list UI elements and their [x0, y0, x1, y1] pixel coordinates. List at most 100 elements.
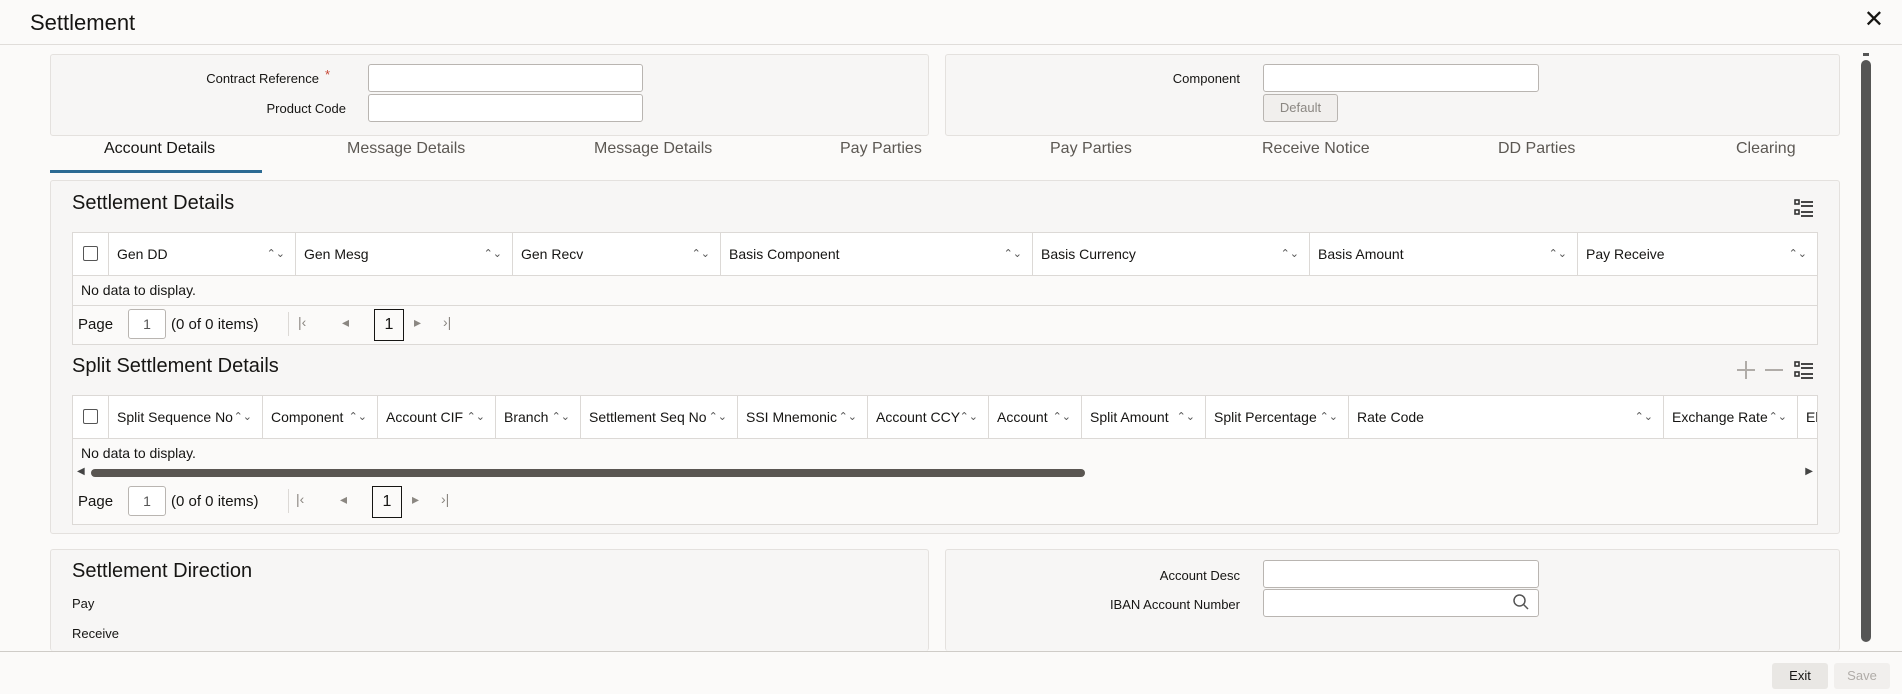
tab-pay-parties-2[interactable]: Pay Parties: [1050, 140, 1132, 158]
column-gen-dd[interactable]: Gen DD ⌃⌄: [109, 233, 296, 275]
contract-reference-text: Contract Reference: [206, 71, 319, 86]
column-list-icon[interactable]: [1792, 196, 1816, 220]
component-label: Component: [1172, 71, 1240, 86]
tab-dd-parties[interactable]: DD Parties: [1498, 140, 1575, 158]
sort-icon[interactable]: ⌃⌄: [467, 396, 485, 438]
column-account-cif[interactable]: Account CIF ⌃⌄: [378, 396, 496, 438]
horizontal-scroll-thumb[interactable]: [91, 469, 1085, 477]
tab-account-details[interactable]: Account Details: [104, 140, 215, 158]
sort-icon[interactable]: ⌃⌄: [349, 396, 367, 438]
split-settlement-title: Split Settlement Details: [72, 355, 279, 377]
last-page-icon[interactable]: ›|: [441, 491, 449, 507]
column-gen-recv[interactable]: Gen Recv ⌃⌄: [513, 233, 721, 275]
sort-icon[interactable]: ⌃⌄: [1769, 396, 1787, 438]
column-pay-receive[interactable]: Pay Receive ⌃⌄: [1578, 233, 1817, 275]
sort-icon[interactable]: ⌃⌄: [552, 396, 570, 438]
column-account-ccy[interactable]: Account CCY ⌃⌄: [868, 396, 989, 438]
sort-icon[interactable]: ⌃⌄: [960, 396, 978, 438]
prev-page-icon[interactable]: ◂: [340, 491, 347, 508]
column-gen-mesg[interactable]: Gen Mesg ⌃⌄: [296, 233, 513, 275]
vertical-scrollbar[interactable]: [1861, 60, 1871, 642]
tab-receive-notice[interactable]: Receive Notice: [1262, 140, 1370, 158]
exit-button[interactable]: Exit: [1772, 663, 1828, 689]
column-basis-amount[interactable]: Basis Amount ⌃⌄: [1310, 233, 1578, 275]
required-indicator: *: [324, 67, 330, 82]
scroll-up-indicator[interactable]: [1863, 53, 1869, 56]
sort-icon[interactable]: ⌃⌄: [1320, 396, 1338, 438]
remove-icon[interactable]: [1762, 358, 1786, 382]
sort-icon[interactable]: ⌃⌄: [1281, 233, 1299, 275]
grid-header: Gen DD ⌃⌄ Gen Mesg ⌃⌄ Gen Recv ⌃⌄ Basis Com…: [73, 233, 1817, 276]
tab-clearing[interactable]: Clearing: [1736, 140, 1796, 158]
sort-icon[interactable]: ⌃⌄: [1635, 396, 1653, 438]
column-exchange-rate[interactable]: Exchange Rate ⌃⌄: [1664, 396, 1798, 438]
column-branch[interactable]: Branch ⌃⌄: [496, 396, 581, 438]
page-label: Page: [78, 493, 114, 510]
next-page-icon[interactable]: ▸: [414, 314, 421, 331]
first-page-icon[interactable]: |‹: [298, 314, 306, 330]
pagination: Page 1 (0 of 0 items) |‹ ◂ 1 ▸ ›|: [78, 309, 478, 341]
column-list-icon[interactable]: [1792, 358, 1816, 382]
column-el-truncated[interactable]: El: [1798, 396, 1817, 438]
header-divider: [0, 44, 1902, 45]
product-code-input[interactable]: [368, 94, 643, 122]
sort-icon[interactable]: ⌃⌄: [1789, 233, 1807, 275]
column-basis-currency[interactable]: Basis Currency ⌃⌄: [1033, 233, 1310, 275]
no-data-message: No data to display.: [81, 445, 196, 461]
select-all-checkbox[interactable]: [83, 409, 98, 424]
sort-icon[interactable]: ⌃⌄: [1053, 396, 1071, 438]
tab-message-details[interactable]: Message Details: [347, 140, 465, 158]
component-input[interactable]: [1263, 64, 1539, 92]
column-account[interactable]: Account ⌃⌄: [989, 396, 1082, 438]
sort-icon[interactable]: ⌃⌄: [234, 396, 252, 438]
page-input[interactable]: 1: [128, 486, 166, 516]
sort-icon[interactable]: ⌃⌄: [1177, 396, 1195, 438]
column-settlement-seq-no[interactable]: Settlement Seq No ⌃⌄: [581, 396, 738, 438]
scroll-right-icon[interactable]: ▶: [1805, 466, 1813, 477]
settlement-details-title: Settlement Details: [72, 192, 235, 214]
column-rate-code[interactable]: Rate Code ⌃⌄: [1349, 396, 1664, 438]
next-page-icon[interactable]: ▸: [412, 491, 419, 508]
contract-reference-label: Contract Reference *: [150, 67, 330, 86]
item-count: (0 of 0 items): [171, 493, 259, 510]
sort-icon[interactable]: ⌃⌄: [267, 233, 285, 275]
tab-message-details-2[interactable]: Message Details: [594, 140, 712, 158]
prev-page-icon[interactable]: ◂: [342, 314, 349, 331]
select-all-column: [73, 396, 109, 438]
tab-pay-parties[interactable]: Pay Parties: [840, 140, 922, 158]
sort-icon[interactable]: ⌃⌄: [692, 233, 710, 275]
default-button[interactable]: Default: [1263, 94, 1338, 122]
first-page-icon[interactable]: |‹: [296, 491, 304, 507]
account-desc-input[interactable]: [1263, 560, 1539, 588]
contract-reference-input[interactable]: [368, 64, 643, 92]
page-input[interactable]: 1: [128, 309, 166, 339]
last-page-icon[interactable]: ›|: [443, 314, 451, 330]
pager-divider: [288, 489, 289, 513]
column-split-amount[interactable]: Split Amount ⌃⌄: [1082, 396, 1206, 438]
sort-icon[interactable]: ⌃⌄: [1549, 233, 1567, 275]
no-data-message: No data to display.: [81, 282, 196, 298]
column-split-percentage[interactable]: Split Percentage ⌃⌄: [1206, 396, 1349, 438]
pay-label: Pay: [72, 596, 95, 611]
current-page[interactable]: 1: [374, 309, 404, 341]
item-count: (0 of 0 items): [171, 316, 259, 333]
sort-icon[interactable]: ⌃⌄: [839, 396, 857, 438]
column-component[interactable]: Component ⌃⌄: [263, 396, 378, 438]
sort-icon[interactable]: ⌃⌄: [1004, 233, 1022, 275]
pagination: Page 1 (0 of 0 items) |‹ ◂ 1 ▸ ›|: [78, 486, 478, 518]
sort-icon[interactable]: ⌃⌄: [709, 396, 727, 438]
column-basis-component[interactable]: Basis Component ⌃⌄: [721, 233, 1033, 275]
select-all-checkbox[interactable]: [83, 246, 98, 261]
footer-bar: Exit Save: [0, 651, 1902, 694]
column-split-sequence-no[interactable]: Split Sequence No ⌃⌄: [109, 396, 263, 438]
current-page[interactable]: 1: [372, 486, 402, 518]
close-icon[interactable]: ✕: [1864, 8, 1884, 32]
save-button[interactable]: Save: [1834, 663, 1890, 689]
search-icon[interactable]: [1512, 593, 1530, 611]
add-icon[interactable]: [1734, 358, 1758, 382]
column-ssi-mnemonic[interactable]: SSI Mnemonic ⌃⌄: [738, 396, 868, 438]
scroll-left-icon[interactable]: ◀: [77, 466, 85, 477]
sort-icon[interactable]: ⌃⌄: [484, 233, 502, 275]
account-desc-label: Account Desc: [1159, 568, 1240, 583]
iban-input[interactable]: [1263, 589, 1539, 617]
